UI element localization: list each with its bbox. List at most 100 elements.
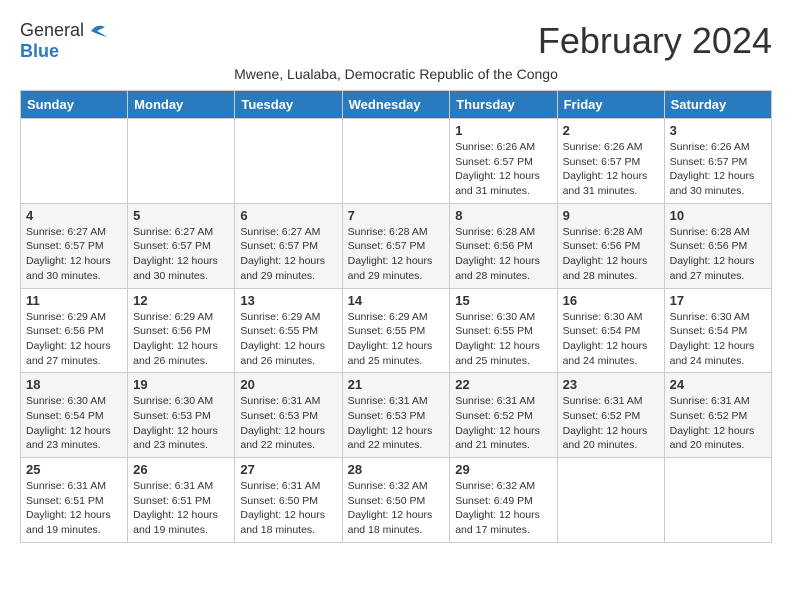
day-number: 24 xyxy=(670,377,766,392)
day-info: Sunrise: 6:28 AMSunset: 6:56 PMDaylight:… xyxy=(670,225,766,284)
day-number: 23 xyxy=(563,377,659,392)
table-row: 22 Sunrise: 6:31 AMSunset: 6:52 PMDayligh… xyxy=(450,373,557,458)
header-monday: Monday xyxy=(128,91,235,119)
day-number: 29 xyxy=(455,462,551,477)
day-info: Sunrise: 6:28 AMSunset: 6:56 PMDaylight:… xyxy=(563,225,659,284)
day-info: Sunrise: 6:27 AMSunset: 6:57 PMDaylight:… xyxy=(26,225,122,284)
day-info: Sunrise: 6:30 AMSunset: 6:54 PMDaylight:… xyxy=(563,310,659,369)
day-info: Sunrise: 6:30 AMSunset: 6:53 PMDaylight:… xyxy=(133,394,229,453)
table-row: 2 Sunrise: 6:26 AMSunset: 6:57 PMDaylight… xyxy=(557,119,664,204)
day-number: 20 xyxy=(240,377,336,392)
table-row: 21Sunrise: 6:31 AMSunset: 6:53 PMDayligh… xyxy=(342,373,450,458)
day-info: Sunrise: 6:27 AMSunset: 6:57 PMDaylight:… xyxy=(240,225,336,284)
day-info: Sunrise: 6:31 AMSunset: 6:52 PMDaylight:… xyxy=(563,394,659,453)
day-number: 12 xyxy=(133,293,229,308)
table-row: 24 Sunrise: 6:31 AMSunset: 6:52 PMDayligh… xyxy=(664,373,771,458)
day-number: 7 xyxy=(348,208,445,223)
logo-bird-icon xyxy=(87,23,109,39)
table-row: 14 Sunrise: 6:29 AMSunset: 6:55 PMDayligh… xyxy=(342,288,450,373)
table-row: 9 Sunrise: 6:28 AMSunset: 6:56 PMDaylight… xyxy=(557,203,664,288)
day-number: 27 xyxy=(240,462,336,477)
table-row xyxy=(128,119,235,204)
day-number: 16 xyxy=(563,293,659,308)
table-row: 11Sunrise: 6:29 AMSunset: 6:56 PMDayligh… xyxy=(21,288,128,373)
calendar-header-row: Sunday Monday Tuesday Wednesday Thursday… xyxy=(21,91,772,119)
table-row xyxy=(235,119,342,204)
day-number: 15 xyxy=(455,293,551,308)
day-number: 19 xyxy=(133,377,229,392)
calendar-week-3: 11Sunrise: 6:29 AMSunset: 6:56 PMDayligh… xyxy=(21,288,772,373)
table-row: 25 Sunrise: 6:31 AMSunset: 6:51 PMDayligh… xyxy=(21,458,128,543)
day-info: Sunrise: 6:31 AMSunset: 6:52 PMDaylight:… xyxy=(455,394,551,453)
header-thursday: Thursday xyxy=(450,91,557,119)
day-info: Sunrise: 6:31 AMSunset: 6:51 PMDaylight:… xyxy=(133,479,229,538)
day-number: 3 xyxy=(670,123,766,138)
day-info: Sunrise: 6:30 AMSunset: 6:54 PMDaylight:… xyxy=(26,394,122,453)
day-number: 5 xyxy=(133,208,229,223)
header-friday: Friday xyxy=(557,91,664,119)
day-info: Sunrise: 6:26 AMSunset: 6:57 PMDaylight:… xyxy=(455,140,551,199)
logo: General Blue xyxy=(20,20,109,62)
day-number: 6 xyxy=(240,208,336,223)
day-info: Sunrise: 6:29 AMSunset: 6:56 PMDaylight:… xyxy=(133,310,229,369)
table-row xyxy=(21,119,128,204)
logo-blue: Blue xyxy=(20,41,59,62)
header-saturday: Saturday xyxy=(664,91,771,119)
table-row: 15Sunrise: 6:30 AMSunset: 6:55 PMDayligh… xyxy=(450,288,557,373)
day-number: 14 xyxy=(348,293,445,308)
table-row: 27 Sunrise: 6:31 AMSunset: 6:50 PMDayligh… xyxy=(235,458,342,543)
day-info: Sunrise: 6:27 AMSunset: 6:57 PMDaylight:… xyxy=(133,225,229,284)
header-wednesday: Wednesday xyxy=(342,91,450,119)
logo-general: General xyxy=(20,20,84,41)
day-info: Sunrise: 6:31 AMSunset: 6:51 PMDaylight:… xyxy=(26,479,122,538)
calendar-week-2: 4Sunrise: 6:27 AMSunset: 6:57 PMDaylight… xyxy=(21,203,772,288)
table-row: 17Sunrise: 6:30 AMSunset: 6:54 PMDayligh… xyxy=(664,288,771,373)
day-number: 2 xyxy=(563,123,659,138)
table-row: 10 Sunrise: 6:28 AMSunset: 6:56 PMDayligh… xyxy=(664,203,771,288)
day-number: 25 xyxy=(26,462,122,477)
day-info: Sunrise: 6:29 AMSunset: 6:56 PMDaylight:… xyxy=(26,310,122,369)
table-row: 16 Sunrise: 6:30 AMSunset: 6:54 PMDayligh… xyxy=(557,288,664,373)
day-number: 10 xyxy=(670,208,766,223)
table-row: 12 Sunrise: 6:29 AMSunset: 6:56 PMDayligh… xyxy=(128,288,235,373)
table-row: 23 Sunrise: 6:31 AMSunset: 6:52 PMDayligh… xyxy=(557,373,664,458)
table-row xyxy=(342,119,450,204)
day-number: 1 xyxy=(455,123,551,138)
table-row: 18 Sunrise: 6:30 AMSunset: 6:54 PMDayligh… xyxy=(21,373,128,458)
day-info: Sunrise: 6:28 AMSunset: 6:56 PMDaylight:… xyxy=(455,225,551,284)
day-info: Sunrise: 6:26 AMSunset: 6:57 PMDaylight:… xyxy=(563,140,659,199)
day-number: 26 xyxy=(133,462,229,477)
day-info: Sunrise: 6:31 AMSunset: 6:52 PMDaylight:… xyxy=(670,394,766,453)
table-row: 19 Sunrise: 6:30 AMSunset: 6:53 PMDayligh… xyxy=(128,373,235,458)
day-number: 9 xyxy=(563,208,659,223)
day-number: 17 xyxy=(670,293,766,308)
day-info: Sunrise: 6:32 AMSunset: 6:49 PMDaylight:… xyxy=(455,479,551,538)
header-tuesday: Tuesday xyxy=(235,91,342,119)
day-number: 18 xyxy=(26,377,122,392)
table-row: 29 Sunrise: 6:32 AMSunset: 6:49 PMDayligh… xyxy=(450,458,557,543)
calendar-week-5: 25 Sunrise: 6:31 AMSunset: 6:51 PMDayligh… xyxy=(21,458,772,543)
day-info: Sunrise: 6:31 AMSunset: 6:53 PMDaylight:… xyxy=(348,394,445,453)
day-info: Sunrise: 6:29 AMSunset: 6:55 PMDaylight:… xyxy=(240,310,336,369)
table-row: 4Sunrise: 6:27 AMSunset: 6:57 PMDaylight… xyxy=(21,203,128,288)
calendar-week-4: 18 Sunrise: 6:30 AMSunset: 6:54 PMDayligh… xyxy=(21,373,772,458)
header-sunday: Sunday xyxy=(21,91,128,119)
table-row: 7Sunrise: 6:28 AMSunset: 6:57 PMDaylight… xyxy=(342,203,450,288)
day-number: 8 xyxy=(455,208,551,223)
table-row: 5 Sunrise: 6:27 AMSunset: 6:57 PMDaylight… xyxy=(128,203,235,288)
day-number: 22 xyxy=(455,377,551,392)
table-row: 26 Sunrise: 6:31 AMSunset: 6:51 PMDayligh… xyxy=(128,458,235,543)
table-row: 3Sunrise: 6:26 AMSunset: 6:57 PMDaylight… xyxy=(664,119,771,204)
calendar-table: Sunday Monday Tuesday Wednesday Thursday… xyxy=(20,90,772,543)
calendar-subtitle: Mwene, Lualaba, Democratic Republic of t… xyxy=(20,66,772,82)
table-row: 13 Sunrise: 6:29 AMSunset: 6:55 PMDayligh… xyxy=(235,288,342,373)
day-info: Sunrise: 6:29 AMSunset: 6:55 PMDaylight:… xyxy=(348,310,445,369)
table-row: 6 Sunrise: 6:27 AMSunset: 6:57 PMDaylight… xyxy=(235,203,342,288)
table-row xyxy=(557,458,664,543)
calendar-week-1: 1 Sunrise: 6:26 AMSunset: 6:57 PMDaylight… xyxy=(21,119,772,204)
day-number: 13 xyxy=(240,293,336,308)
table-row: 20Sunrise: 6:31 AMSunset: 6:53 PMDayligh… xyxy=(235,373,342,458)
day-info: Sunrise: 6:31 AMSunset: 6:50 PMDaylight:… xyxy=(240,479,336,538)
page-header: General Blue February 2024 xyxy=(20,20,772,62)
day-number: 28 xyxy=(348,462,445,477)
